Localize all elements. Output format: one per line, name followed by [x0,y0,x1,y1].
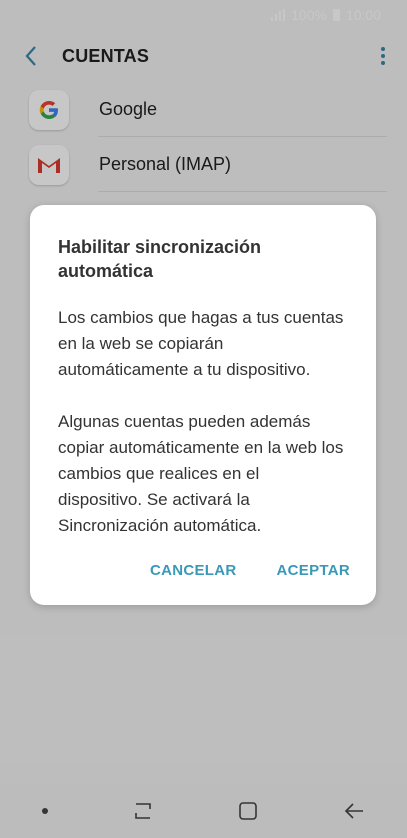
dialog-actions: CANCELAR ACEPTAR [150,562,350,579]
dialog-title: Habilitar sincronización automática [58,237,262,281]
dialog-paragraph: Los cambios que hagas a tus cuentas en l… [58,308,344,379]
dialog-body: Los cambios que hagas a tus cuentas en l… [58,305,348,539]
dialog-paragraph: Algunas cuentas pueden además copiar aut… [58,412,344,535]
auto-sync-dialog: Habilitar sincronización automática Los … [30,205,376,605]
cancel-button[interactable]: CANCELAR [150,562,237,579]
accept-button[interactable]: ACEPTAR [277,562,351,579]
